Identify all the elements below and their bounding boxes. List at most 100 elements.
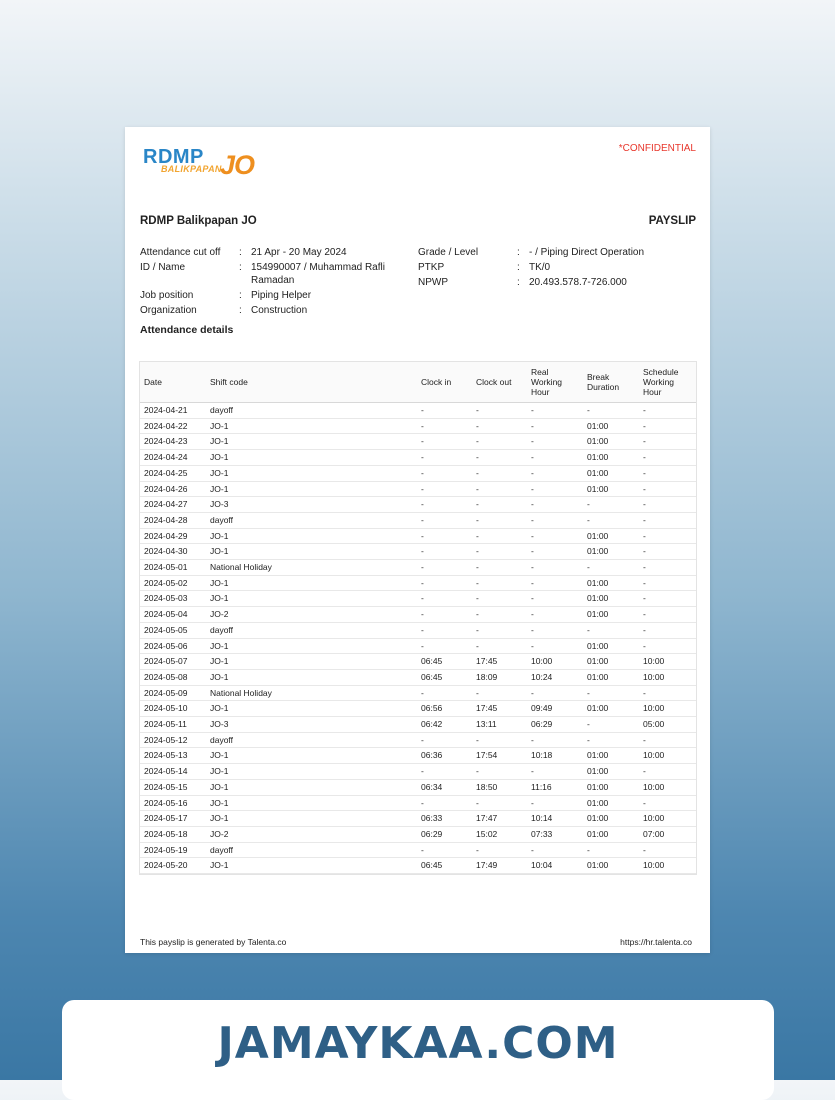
table-cell: JO-1 [206, 465, 417, 482]
table-row: 2024-05-06 JO-1- - -01:00- [140, 638, 696, 655]
table-cell: - [527, 528, 583, 545]
table-cell: dayoff [206, 402, 417, 419]
table-cell: 2024-05-15 [140, 779, 206, 796]
table-cell: - [527, 465, 583, 482]
table-cell: - [527, 575, 583, 592]
table-cell: dayoff [206, 732, 417, 749]
table-cell: 2024-05-20 [140, 857, 206, 875]
table-row: 2024-05-04 JO-2- - -01:00- [140, 606, 696, 623]
info-row-id-name: ID / Name:154990007 / Muhammad Rafli Ram… [140, 261, 410, 287]
table-cell: - [472, 685, 527, 702]
company-logo: RDMP BALIKPAPAN JO [143, 146, 263, 182]
table-cell: 2024-05-02 [140, 575, 206, 592]
column-header: Date [140, 362, 206, 403]
table-cell: - [472, 606, 527, 623]
table-cell: 01:00 [583, 826, 639, 843]
table-cell: JO-1 [206, 810, 417, 827]
table-row: 2024-05-05 dayoff - - - - - [140, 622, 696, 639]
table-cell: 10:24 [527, 669, 583, 686]
table-cell: 2024-05-07 [140, 653, 206, 670]
table-cell: - [639, 402, 696, 419]
table-cell: 10:04 [527, 857, 583, 875]
table-cell: - [639, 795, 696, 812]
table-cell: - [527, 622, 583, 639]
table-cell: - [583, 622, 639, 639]
info-label: Attendance cut off [140, 247, 221, 258]
employee-info-right: Grade / Level: - / Piping Direct Operatio… [418, 246, 703, 291]
table-cell: - [472, 732, 527, 749]
table-cell: - [417, 543, 472, 561]
table-cell: - [417, 842, 472, 859]
table-cell: 2024-05-12 [140, 732, 206, 749]
table-cell: 2024-05-08 [140, 669, 206, 686]
table-cell: 10:00 [527, 653, 583, 670]
info-label: Job position [140, 290, 194, 301]
table-cell: 2024-05-10 [140, 700, 206, 718]
info-row-organization: Organization: Construction [140, 304, 410, 317]
attendance-section-title: Attendance details [140, 324, 234, 336]
table-cell: 10:00 [639, 669, 696, 686]
table-cell: - [472, 528, 527, 545]
table-cell: - [527, 559, 583, 576]
table-row: 2024-05-15 JO-1 06:34 18:50 11:16 01:00 10:00 [140, 779, 696, 796]
table-cell: JO-1 [206, 763, 417, 780]
table-cell: JO-1 [206, 857, 417, 875]
table-row: 2024-05-18 JO-2 06:29 15:02 07:33 01:00 07:00 [140, 826, 696, 843]
table-cell: - [583, 732, 639, 749]
table-cell: - [472, 543, 527, 561]
table-cell: - [639, 575, 696, 592]
table-cell: JO-1 [206, 543, 417, 561]
column-header: Clock out [472, 362, 527, 403]
table-cell: - [472, 465, 527, 482]
table-cell: 17:49 [472, 857, 527, 875]
table-cell: 01:00 [583, 763, 639, 780]
table-cell: - [583, 559, 639, 576]
table-cell: - [527, 433, 583, 451]
table-cell: - [639, 418, 696, 435]
table-cell: 06:33 [417, 810, 472, 827]
attendance-table-body: 2024-04-21 dayoff - - - - -2024-04-22 JO-1- - -01… [140, 402, 696, 875]
table-cell: - [527, 402, 583, 419]
attendance-table-container: Date Shift code Clock in Clock out Real Work… [139, 361, 697, 876]
table-cell: 2024-04-26 [140, 481, 206, 498]
table-cell: JO-1 [206, 481, 417, 498]
info-value: 21 Apr - 20 May 2024 [251, 247, 347, 258]
table-cell: - [583, 512, 639, 529]
table-row: 2024-04-23 JO-1- - -01:00- [140, 433, 696, 451]
table-cell: dayoff [206, 842, 417, 859]
table-cell: 06:56 [417, 700, 472, 718]
table-cell: - [417, 685, 472, 702]
table-cell: 2024-04-27 [140, 496, 206, 513]
table-cell: 01:00 [583, 433, 639, 451]
table-cell: JO-2 [206, 826, 417, 843]
table-cell: - [527, 795, 583, 812]
table-cell: 01:00 [583, 669, 639, 686]
table-cell: dayoff [206, 512, 417, 529]
info-row-ptkp: PTKP: TK/0 [418, 261, 703, 274]
table-cell: 10:00 [639, 857, 696, 875]
table-cell: - [639, 543, 696, 561]
table-cell: - [639, 763, 696, 780]
table-cell: - [527, 685, 583, 702]
table-cell: 01:00 [583, 528, 639, 545]
table-cell: JO-1 [206, 433, 417, 451]
table-cell: 2024-05-13 [140, 747, 206, 765]
table-cell: JO-1 [206, 747, 417, 765]
footer-url: https://hr.talenta.co [620, 937, 692, 947]
table-cell: 2024-04-28 [140, 512, 206, 529]
table-cell: 2024-05-04 [140, 606, 206, 623]
info-colon: : [239, 305, 242, 316]
payslip-page: RDMP BALIKPAPAN JO *CONFIDENTIAL RDMP Ba… [125, 127, 710, 953]
table-cell: JO-1 [206, 449, 417, 466]
info-colon: : [239, 262, 242, 273]
table-cell: 2024-05-05 [140, 622, 206, 639]
column-header: Break Duration [583, 362, 639, 403]
table-cell: - [472, 575, 527, 592]
table-cell: 2024-05-16 [140, 795, 206, 812]
table-cell: - [527, 496, 583, 513]
table-cell: - [417, 606, 472, 623]
table-cell: JO-1 [206, 528, 417, 545]
table-cell: - [472, 590, 527, 608]
table-cell: - [472, 418, 527, 435]
table-cell: 01:00 [583, 810, 639, 827]
